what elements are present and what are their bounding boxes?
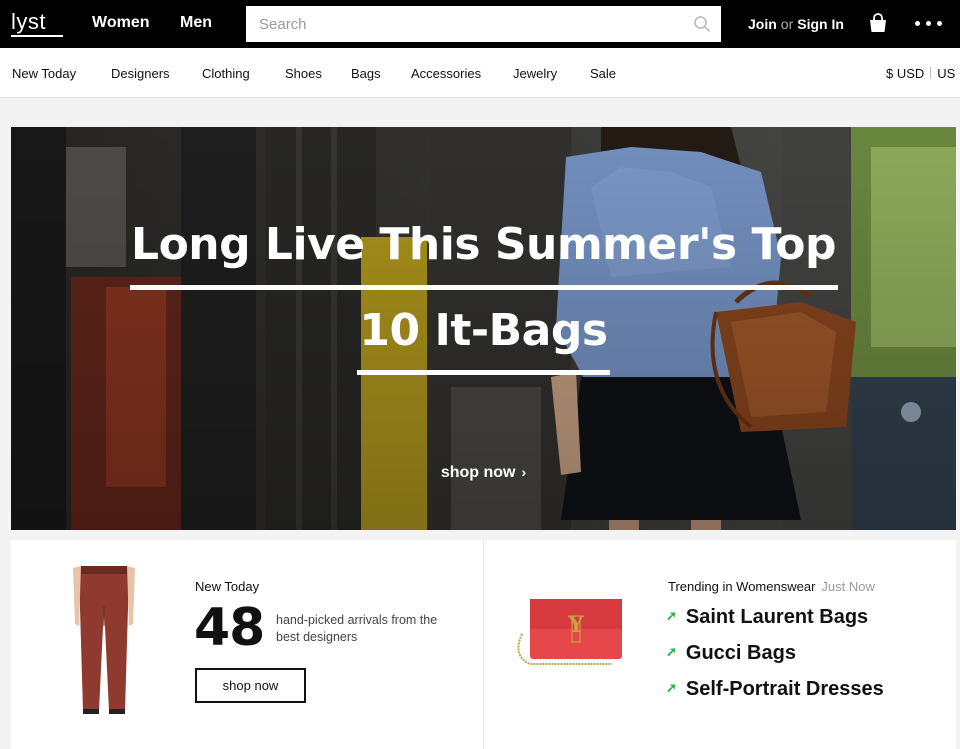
- trousers-image[interactable]: [73, 566, 135, 716]
- trending-item-gucci[interactable]: ➚ Gucci Bags: [666, 642, 796, 665]
- trending-label: Trending in Womenswear Just Now: [668, 579, 875, 594]
- logo-underline: [11, 35, 63, 37]
- new-today-card: New Today 48 hand-picked arrivals from t…: [11, 540, 483, 749]
- hero-title-line1: Long Live This Summer's Top: [131, 219, 836, 270]
- lyst-logo[interactable]: lyst: [11, 9, 46, 35]
- hero-title-line2: 10 It-Bags: [359, 305, 608, 356]
- trending-card: Y Trending in Womenswear Just Now ➚ Saint …: [483, 540, 956, 749]
- trending-item-label: Self-Portrait Dresses: [685, 678, 884, 700]
- or-text: or: [780, 16, 794, 32]
- cat-jewelry[interactable]: Jewelry: [513, 66, 557, 81]
- hero-shop-now-link[interactable]: shop now ›: [11, 464, 956, 482]
- red-handbag-image[interactable]: Y: [512, 594, 628, 674]
- search-box: [246, 6, 721, 42]
- trending-arrow-icon: ➚: [666, 644, 677, 659]
- trending-heading: Trending in Womenswear: [668, 579, 816, 594]
- trending-item-label: Gucci Bags: [685, 642, 796, 664]
- auth-links: Join or Sign In: [748, 16, 844, 32]
- chevron-right-icon: ›: [521, 464, 527, 480]
- cat-sale[interactable]: Sale: [590, 66, 616, 81]
- top-bar: lyst Women Men JoinorSign In: [0, 0, 960, 48]
- hero-banner[interactable]: Long Live This Summer's Top 10 It-Bags s…: [11, 127, 956, 530]
- more-icon[interactable]: [915, 21, 943, 27]
- trending-arrow-icon: ➚: [666, 608, 677, 623]
- cat-shoes[interactable]: Shoes: [285, 66, 322, 81]
- nav-women[interactable]: Women: [92, 14, 149, 32]
- region-code: US: [937, 66, 956, 81]
- cat-bags[interactable]: Bags: [351, 66, 381, 81]
- search-input[interactable]: [246, 6, 721, 42]
- cat-new-today[interactable]: New Today: [12, 66, 76, 81]
- currency-selector[interactable]: $ USD US: [886, 66, 955, 81]
- currency-code: $ USD: [886, 66, 925, 81]
- trending-item-self-portrait[interactable]: ➚ Self-Portrait Dresses: [666, 678, 884, 701]
- category-nav: New Today Designers Clothing Shoes Bags …: [0, 48, 960, 98]
- hero-title-underline-2: [357, 370, 610, 375]
- trending-item-saint-laurent[interactable]: ➚ Saint Laurent Bags: [666, 606, 868, 629]
- new-today-shop-now-button[interactable]: shop now: [195, 668, 306, 703]
- sign-in-link[interactable]: Sign In: [797, 16, 844, 32]
- cat-designers[interactable]: Designers: [111, 66, 170, 81]
- trending-item-label: Saint Laurent Bags: [685, 606, 869, 628]
- new-today-description: hand-picked arrivals from the best desig…: [276, 613, 438, 644]
- cat-accessories[interactable]: Accessories: [411, 66, 481, 81]
- hero-shop-now-label: shop now: [440, 464, 516, 481]
- shopping-bag-icon[interactable]: [868, 13, 888, 33]
- trending-arrow-icon: ➚: [666, 680, 677, 695]
- join-link[interactable]: Join: [748, 16, 777, 32]
- new-today-count: 48: [194, 598, 265, 658]
- cat-clothing[interactable]: Clothing: [202, 66, 250, 81]
- search-icon[interactable]: [693, 15, 711, 33]
- trending-time: Just Now: [821, 579, 875, 594]
- new-today-label: New Today: [195, 579, 260, 594]
- hero-title-underline: [130, 285, 838, 290]
- nav-men[interactable]: Men: [180, 14, 212, 32]
